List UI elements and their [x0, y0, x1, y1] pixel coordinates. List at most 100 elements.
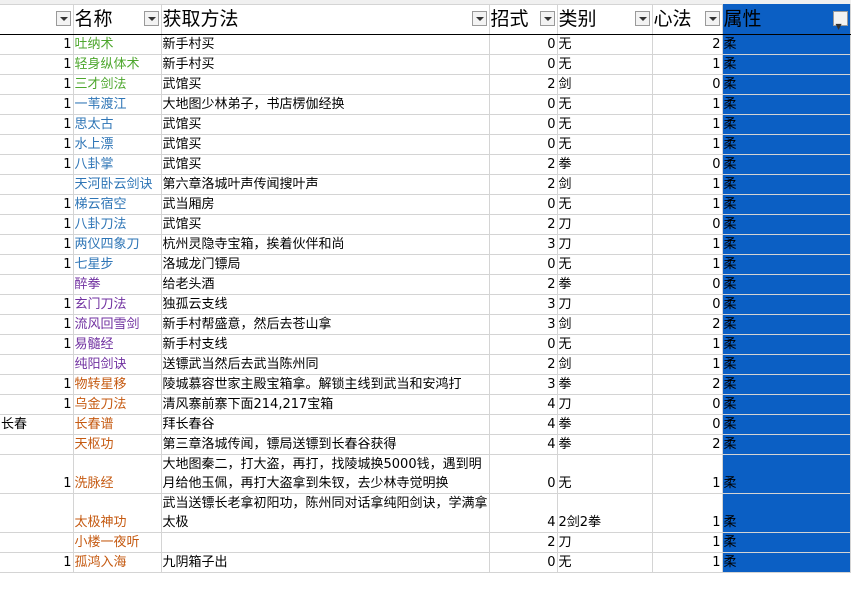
cell-moves[interactable]: 0 — [489, 254, 558, 275]
cell-xinfa[interactable]: 0 — [652, 214, 723, 235]
cell-name[interactable]: 长春谱 — [73, 414, 162, 435]
cell-attr[interactable]: 柔 — [722, 414, 851, 435]
cell-type[interactable]: 剑 — [557, 174, 653, 195]
cell-xinfa[interactable]: 0 — [652, 414, 723, 435]
cell-moves[interactable]: 2 — [489, 532, 558, 553]
cell-attr[interactable]: 柔 — [722, 54, 851, 75]
cell-moves[interactable]: 0 — [489, 552, 558, 573]
cell-method[interactable]: 新手村买 — [161, 54, 490, 75]
cell-type[interactable]: 拳 — [557, 374, 653, 395]
cell-attr[interactable]: 柔 — [722, 174, 851, 195]
cell-a[interactable]: 长春 — [0, 414, 74, 435]
cell-type[interactable]: 无 — [557, 94, 653, 115]
cell-method[interactable]: 清风寨前寨下面214,217宝箱 — [161, 394, 490, 415]
cell-xinfa[interactable]: 1 — [652, 114, 723, 135]
cell-moves[interactable]: 0 — [489, 334, 558, 355]
cell-type[interactable]: 拳 — [557, 434, 653, 455]
cell-attr[interactable]: 柔 — [722, 374, 851, 395]
cell-a[interactable]: 1 — [0, 154, 74, 175]
cell-xinfa[interactable]: 0 — [652, 274, 723, 295]
cell-xinfa[interactable]: 1 — [652, 54, 723, 75]
cell-type[interactable]: 拳 — [557, 414, 653, 435]
cell-method[interactable]: 大地图少林弟子，书店楞伽经换 — [161, 94, 490, 115]
cell-type[interactable]: 无 — [557, 134, 653, 155]
cell-method[interactable]: 武馆买 — [161, 134, 490, 155]
cell-a[interactable]: 1 — [0, 74, 74, 95]
cell-attr[interactable]: 柔 — [722, 254, 851, 275]
cell-type[interactable]: 刀 — [557, 532, 653, 553]
cell-type[interactable]: 剑 — [557, 354, 653, 375]
cell-a[interactable]: 1 — [0, 214, 74, 235]
cell-a[interactable]: 1 — [0, 294, 74, 315]
cell-moves[interactable]: 2 — [489, 154, 558, 175]
cell-xinfa[interactable]: 1 — [652, 552, 723, 573]
cell-name[interactable]: 轻身纵体术 — [73, 54, 162, 75]
filter-dropdown-button[interactable] — [143, 11, 159, 26]
cell-a[interactable]: 1 — [0, 374, 74, 395]
cell-name[interactable]: 醉拳 — [73, 274, 162, 295]
cell-type[interactable]: 刀 — [557, 394, 653, 415]
cell-xinfa[interactable]: 1 — [652, 134, 723, 155]
cell-a[interactable]: 1 — [0, 552, 74, 573]
cell-attr[interactable]: 柔 — [722, 532, 851, 553]
cell-name[interactable]: 吐纳术 — [73, 34, 162, 55]
cell-moves[interactable]: 2 — [489, 74, 558, 95]
cell-method[interactable]: 武馆买 — [161, 154, 490, 175]
cell-attr[interactable]: 柔 — [722, 434, 851, 455]
cell-moves[interactable]: 0 — [489, 54, 558, 75]
cell-type[interactable]: 无 — [557, 254, 653, 275]
cell-moves[interactable]: 0 — [489, 94, 558, 115]
cell-name[interactable]: 玄门刀法 — [73, 294, 162, 315]
cell-attr[interactable]: 柔 — [722, 552, 851, 573]
filter-active-icon[interactable] — [832, 11, 848, 34]
cell-name[interactable]: 两仪四象刀 — [73, 234, 162, 255]
cell-xinfa[interactable]: 2 — [652, 434, 723, 455]
cell-moves[interactable]: 3 — [489, 294, 558, 315]
cell-type[interactable]: 无 — [557, 552, 653, 573]
cell-a[interactable]: 1 — [0, 134, 74, 155]
cell-moves[interactable]: 0 — [489, 34, 558, 55]
cell-moves[interactable]: 4 — [489, 434, 558, 455]
cell-a[interactable]: 1 — [0, 194, 74, 215]
cell-xinfa[interactable]: 1 — [652, 194, 723, 215]
cell-name[interactable]: 八卦刀法 — [73, 214, 162, 235]
cell-method[interactable]: 大地图秦二，打大盗，再打，找陵城换5000钱，遇到明月给他玉佩，再打大盗拿到朱钗… — [161, 454, 490, 494]
cell-method[interactable]: 新手村支线 — [161, 334, 490, 355]
cell-moves[interactable]: 3 — [489, 314, 558, 335]
filter-dropdown-button[interactable] — [55, 11, 71, 26]
filter-dropdown-button[interactable] — [704, 11, 720, 26]
cell-type[interactable]: 无 — [557, 334, 653, 355]
cell-name[interactable]: 乌金刀法 — [73, 394, 162, 415]
cell-method[interactable]: 杭州灵隐寺宝箱，挨着伙伴和尚 — [161, 234, 490, 255]
cell-a[interactable]: 1 — [0, 394, 74, 415]
cell-name[interactable]: 天枢功 — [73, 434, 162, 455]
cell-type[interactable]: 无 — [557, 194, 653, 215]
cell-moves[interactable]: 4 — [489, 414, 558, 435]
filter-dropdown-button[interactable] — [539, 11, 555, 26]
cell-type[interactable]: 无 — [557, 454, 653, 494]
cell-method[interactable]: 独孤云支线 — [161, 294, 490, 315]
cell-method[interactable]: 新手村买 — [161, 34, 490, 55]
cell-a[interactable]: 1 — [0, 334, 74, 355]
cell-attr[interactable]: 柔 — [722, 214, 851, 235]
cell-attr[interactable]: 柔 — [722, 114, 851, 135]
cell-method[interactable]: 武馆买 — [161, 74, 490, 95]
cell-name[interactable]: 思太古 — [73, 114, 162, 135]
cell-xinfa[interactable]: 2 — [652, 374, 723, 395]
cell-attr[interactable]: 柔 — [722, 274, 851, 295]
cell-moves[interactable]: 0 — [489, 194, 558, 215]
cell-attr[interactable]: 柔 — [722, 34, 851, 55]
cell-xinfa[interactable]: 1 — [652, 454, 723, 494]
cell-method[interactable]: 新手村帮盛意，然后去苍山拿 — [161, 314, 490, 335]
cell-method[interactable]: 第六章洛城叶声传闻搜叶声 — [161, 174, 490, 195]
cell-method[interactable]: 九阴箱子出 — [161, 552, 490, 573]
cell-a[interactable] — [0, 274, 74, 295]
cell-method[interactable]: 拜长春谷 — [161, 414, 490, 435]
cell-method[interactable]: 武当送镖长老拿初阳功，陈州同对话拿纯阳剑诀，学满拿太极 — [161, 493, 490, 533]
cell-method[interactable]: 洛城龙门镖局 — [161, 254, 490, 275]
cell-a[interactable]: 1 — [0, 454, 74, 494]
cell-method[interactable]: 送镖武当然后去武当陈州同 — [161, 354, 490, 375]
filter-dropdown-button[interactable] — [471, 11, 487, 26]
cell-a[interactable]: 1 — [0, 94, 74, 115]
cell-xinfa[interactable]: 2 — [652, 34, 723, 55]
